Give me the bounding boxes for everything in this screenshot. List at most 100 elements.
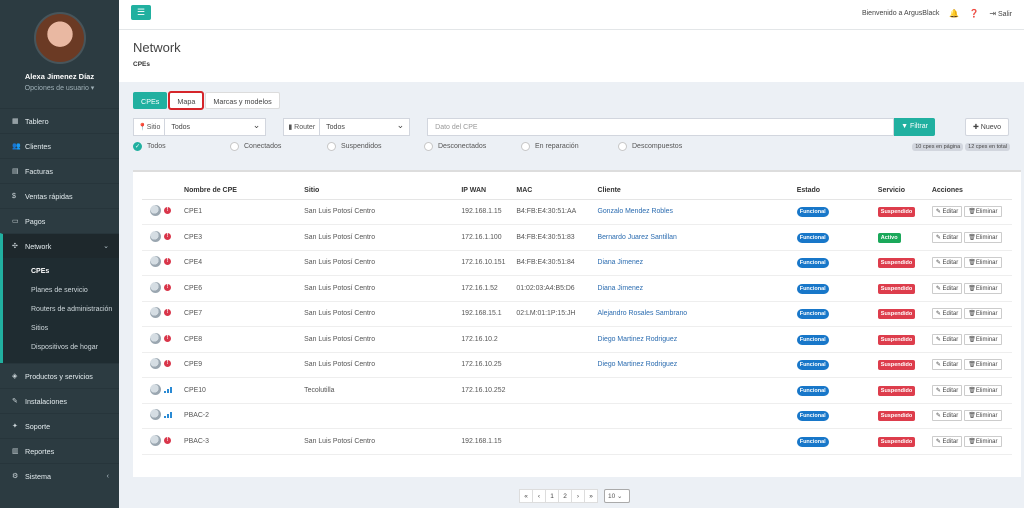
- table-row[interactable]: ! CPE3 San Luis Potosí Centro 172.16.1.100 B…: [142, 224, 1012, 251]
- radio-todos[interactable]: ✓ Todos: [133, 142, 230, 151]
- submenu-item-dispositivos-de-hogar[interactable]: Dispositivos de hogar: [3, 338, 119, 357]
- radio-desconectados[interactable]: Desconectados: [424, 142, 521, 151]
- router-select[interactable]: Todos: [320, 116, 411, 136]
- sidebar-item-label: Facturas: [25, 166, 53, 176]
- sidebar-item-sistema[interactable]: ⚙ Sistema ‹: [0, 463, 119, 488]
- edit-button[interactable]: ✎ Editar: [931, 359, 963, 371]
- state-cell: Funcional: [796, 250, 878, 276]
- device-cell: !: [142, 224, 185, 251]
- sidebar-item-clientes[interactable]: 👥 Clientes: [0, 133, 119, 158]
- site-select[interactable]: Todos: [165, 116, 267, 136]
- submenu-item-planes-de-servicio[interactable]: Planes de servicio: [3, 281, 119, 300]
- client-link[interactable]: [597, 403, 797, 429]
- table-row[interactable]: CPE10 Tecolutilla 172.16.10.252 Funcional Su…: [142, 377, 1012, 404]
- logout-link[interactable]: ⇥ Salir: [989, 9, 1012, 18]
- sidebar-item-soporte[interactable]: ✦ Soporte: [0, 413, 119, 438]
- edit-button[interactable]: ✎ Editar: [931, 282, 963, 294]
- table-row[interactable]: ! CPE1 San Luis Potosí Centro 192.168.1.15 B…: [142, 199, 1012, 225]
- client-link[interactable]: [597, 377, 797, 404]
- client-link[interactable]: Alejandro Rosales Sambrano: [597, 301, 797, 327]
- delete-button[interactable]: 🗑Eliminar: [964, 359, 1002, 371]
- delete-button[interactable]: 🗑Eliminar: [964, 308, 1002, 320]
- radio-label: En reparación: [535, 143, 579, 150]
- bell-icon[interactable]: 🔔: [949, 9, 959, 18]
- page-link[interactable]: «: [519, 489, 533, 503]
- edit-button[interactable]: ✎ Editar: [931, 257, 963, 269]
- submenu-item-sitios[interactable]: Sitios: [3, 319, 119, 338]
- tab-cpes[interactable]: CPEs: [133, 92, 168, 109]
- table-row[interactable]: ! CPE9 San Luis Potosí Centro 172.16.10.25 D…: [142, 352, 1012, 378]
- radio-en-reparaci-n[interactable]: En reparación: [521, 142, 618, 151]
- mac: 01:02:03:A4:B5:D6: [516, 275, 598, 302]
- edit-button[interactable]: ✎ Editar: [931, 384, 963, 396]
- submenu-item-routers-de-administraci-n[interactable]: Routers de administración: [3, 300, 119, 319]
- sidebar-item-reportes[interactable]: ▥ Reportes: [0, 438, 119, 463]
- table-row[interactable]: ! CPE6 San Luis Potosí Centro 172.16.1.52 01…: [142, 275, 1012, 302]
- sidebar-item-productos-y-servicios[interactable]: ◈ Productos y servicios: [0, 363, 119, 388]
- site: San Luis Potosí Centro: [304, 301, 462, 327]
- sidebar-item-pagos[interactable]: ▭ Pagos: [0, 208, 119, 233]
- sidebar: Alexa Jimenez Díaz Opciones de usuario ▾…: [0, 0, 119, 508]
- edit-label: Editar: [942, 209, 959, 216]
- sidebar-item-ventas-r-pidas[interactable]: $ Ventas rápidas: [0, 183, 119, 208]
- radio-conectados[interactable]: Conectados: [230, 142, 327, 151]
- sidebar-item-facturas[interactable]: ▤ Facturas: [0, 158, 119, 183]
- client-link[interactable]: Diana Jimenez: [597, 275, 797, 302]
- client-link[interactable]: Gonzalo Mendez Robles: [597, 199, 797, 225]
- client-link[interactable]: Diego Martinez Rodriguez: [597, 326, 797, 353]
- delete-button[interactable]: 🗑Eliminar: [964, 282, 1002, 294]
- sidebar-item-network[interactable]: ✣ Network ⌄: [0, 233, 119, 258]
- edit-icon: ✎: [935, 413, 943, 420]
- page-link[interactable]: 1: [545, 489, 559, 503]
- delete-button[interactable]: 🗑Eliminar: [964, 206, 1002, 218]
- edit-button[interactable]: ✎ Editar: [931, 308, 963, 320]
- radio-suspendidos[interactable]: Suspendidos: [327, 142, 424, 151]
- radio-descompuestos[interactable]: Descompuestos: [618, 142, 715, 151]
- client-link[interactable]: Diana Jimenez: [597, 250, 797, 276]
- ip-wan: 192.168.1.15: [461, 199, 517, 225]
- chevron-icon: ⌄: [103, 243, 109, 250]
- page-link[interactable]: ‹: [532, 489, 546, 503]
- edit-button[interactable]: ✎ Editar: [931, 206, 963, 218]
- tab-mapa[interactable]: Mapa: [168, 91, 205, 110]
- edit-button[interactable]: ✎ Editar: [931, 435, 963, 447]
- delete-button[interactable]: 🗑Eliminar: [964, 384, 1002, 396]
- network-icon: ✣: [12, 243, 18, 250]
- delete-button[interactable]: 🗑Eliminar: [964, 333, 1002, 345]
- table-row[interactable]: ! CPE4 San Luis Potosí Centro 172.16.10.151…: [142, 250, 1012, 276]
- submenu-item-cpes[interactable]: CPEs: [3, 262, 119, 281]
- search-input[interactable]: Dato del CPE: [427, 118, 895, 136]
- help-icon[interactable]: ❓: [969, 9, 979, 18]
- edit-button[interactable]: ✎ Editar: [931, 231, 963, 243]
- per-page-select[interactable]: 10 ⌄: [604, 489, 630, 503]
- table-row[interactable]: ! CPE8 San Luis Potosí Centro 172.16.10.2 Di…: [142, 326, 1012, 353]
- delete-button[interactable]: 🗑Eliminar: [964, 410, 1002, 422]
- delete-button[interactable]: 🗑Eliminar: [964, 257, 1002, 269]
- tab-marcas-modelos[interactable]: Marcas y modelos: [205, 92, 280, 109]
- cpe-name: CPE1: [184, 199, 305, 225]
- delete-button[interactable]: 🗑Eliminar: [964, 231, 1002, 243]
- client-link[interactable]: Bernardo Juarez Santillan: [597, 224, 797, 251]
- state-cell: Funcional: [796, 352, 878, 378]
- edit-button[interactable]: ✎ Editar: [931, 333, 963, 345]
- page-link[interactable]: »: [584, 489, 598, 503]
- delete-button[interactable]: 🗑Eliminar: [964, 435, 1002, 447]
- user-options-dropdown[interactable]: Opciones de usuario ▾: [0, 84, 119, 92]
- cpe-name: CPE8: [184, 326, 305, 353]
- page-link[interactable]: 2: [558, 489, 572, 503]
- client-link[interactable]: [597, 428, 797, 455]
- page-link[interactable]: ›: [571, 489, 585, 503]
- client-link[interactable]: Diego Martinez Rodriguez: [597, 352, 797, 378]
- sidebar-item-instalaciones[interactable]: ✎ Instalaciones: [0, 388, 119, 413]
- new-button[interactable]: ✚ Nuevo: [964, 118, 1009, 136]
- edit-button[interactable]: ✎ Editar: [931, 410, 963, 422]
- table-row[interactable]: PBAC-2 Funcional Suspendido ✎ Editar 🗑Elimin…: [142, 403, 1012, 429]
- device-indicator: !: [142, 307, 171, 319]
- table-row[interactable]: ! CPE7 San Luis Potosí Centro 192.168.15.1 0…: [142, 301, 1012, 327]
- menu-toggle-button[interactable]: ☰: [131, 5, 151, 20]
- sidebar-item-tablero[interactable]: ▦ Tablero: [0, 108, 119, 133]
- filter-button[interactable]: ▼ Filtrar: [894, 118, 935, 136]
- ip-wan: 192.168.15.1: [461, 301, 517, 327]
- service-cell: Suspendido: [877, 250, 932, 276]
- table-row[interactable]: ! PBAC-3 San Luis Potosí Centro 192.168.1.1…: [142, 428, 1012, 455]
